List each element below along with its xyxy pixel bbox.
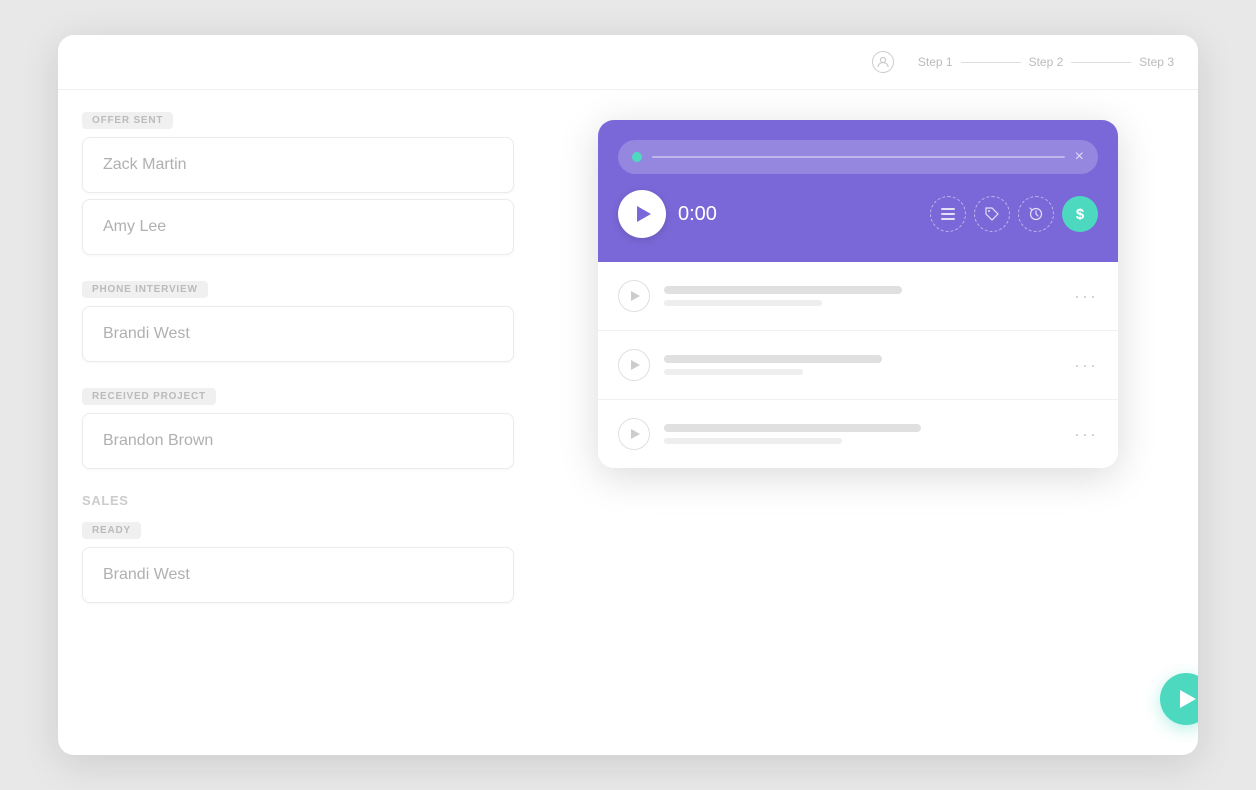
- track-menu-3[interactable]: ···: [1074, 424, 1098, 445]
- track-menu-1[interactable]: ···: [1074, 286, 1098, 307]
- play-btn-track-3[interactable]: [618, 418, 650, 450]
- card-name-brandon: Brandon Brown: [103, 432, 213, 449]
- section-label-phone: PHONE INTERVIEW: [82, 281, 208, 298]
- play-btn-track-2[interactable]: [618, 349, 650, 381]
- main-container: Step 1 Step 2 Step 3 OFFER SENT Zack Mar…: [58, 35, 1198, 755]
- track-line-2-short: [664, 369, 803, 375]
- step2-label: Step 2: [1029, 55, 1064, 69]
- section-label-offer-sent: OFFER SENT: [82, 112, 173, 129]
- sales-group-label: SALES: [82, 493, 514, 508]
- kanban-section-phone: PHONE INTERVIEW Brandi West: [82, 279, 514, 362]
- step-line-1: [961, 62, 1021, 63]
- section-label-received: RECEIVED PROJECT: [82, 388, 216, 405]
- kanban-section-ready: READY Brandi West: [82, 520, 514, 603]
- track-line-1-short: [664, 300, 822, 306]
- dollar-sign: $: [1076, 206, 1084, 223]
- track-info-1: [664, 286, 1060, 306]
- kanban-section-received: RECEIVED PROJECT Brandon Brown: [82, 386, 514, 469]
- play-btn-track-1[interactable]: [618, 280, 650, 312]
- close-icon[interactable]: ×: [1075, 148, 1084, 166]
- search-line: [652, 156, 1065, 158]
- track-item-2[interactable]: ···: [598, 331, 1118, 400]
- history-icon-btn[interactable]: [1018, 196, 1054, 232]
- track-menu-2[interactable]: ···: [1074, 355, 1098, 376]
- track-line-1-long: [664, 286, 902, 294]
- player-actions: $: [930, 196, 1098, 232]
- track-info-3: [664, 424, 1060, 444]
- steps-area: Step 1 Step 2 Step 3: [918, 55, 1174, 69]
- track-line-3-short: [664, 438, 842, 444]
- card-name-zack: Zack Martin: [103, 156, 187, 173]
- search-dot: [632, 152, 642, 162]
- track-line-3-long: [664, 424, 921, 432]
- player-card: × 0:00: [598, 120, 1118, 468]
- track-item-3[interactable]: ···: [598, 400, 1118, 468]
- content-area: OFFER SENT Zack Martin Amy Lee PHONE INT…: [58, 90, 1198, 755]
- kanban-card-brandi[interactable]: Brandi West: [82, 306, 514, 362]
- step3-label: Step 3: [1139, 55, 1174, 69]
- list-icon-btn[interactable]: [930, 196, 966, 232]
- kanban-card-brandi-west[interactable]: Brandi West: [82, 547, 514, 603]
- kanban-card-brandon[interactable]: Brandon Brown: [82, 413, 514, 469]
- player-overlay: × 0:00: [538, 90, 1198, 755]
- top-bar: Step 1 Step 2 Step 3: [58, 35, 1198, 90]
- player-list: ··· ···: [598, 262, 1118, 468]
- tag-icon-btn[interactable]: [974, 196, 1010, 232]
- track-info-2: [664, 355, 1060, 375]
- step-line-2: [1071, 62, 1131, 63]
- kanban-section-offer-sent: OFFER SENT Zack Martin Amy Lee: [82, 110, 514, 255]
- player-search-bar[interactable]: ×: [618, 140, 1098, 174]
- player-header: × 0:00: [598, 120, 1118, 262]
- player-time: 0:00: [678, 203, 918, 226]
- section-label-ready: READY: [82, 522, 141, 539]
- kanban-panel: OFFER SENT Zack Martin Amy Lee PHONE INT…: [58, 90, 538, 755]
- player-controls: 0:00: [618, 190, 1098, 238]
- track-line-2-long: [664, 355, 882, 363]
- card-name-amy: Amy Lee: [103, 218, 166, 235]
- card-name-brandi-west: Brandi West: [103, 566, 190, 583]
- kanban-card-zack[interactable]: Zack Martin: [82, 137, 514, 193]
- dollar-icon-btn[interactable]: $: [1062, 196, 1098, 232]
- play-button-large[interactable]: [618, 190, 666, 238]
- user-icon-area: [872, 51, 894, 73]
- user-icon: [872, 51, 894, 73]
- track-item-1[interactable]: ···: [598, 262, 1118, 331]
- kanban-card-amy[interactable]: Amy Lee: [82, 199, 514, 255]
- card-name-brandi: Brandi West: [103, 325, 190, 342]
- step1-label: Step 1: [918, 55, 953, 69]
- floating-play-button[interactable]: [1160, 673, 1198, 725]
